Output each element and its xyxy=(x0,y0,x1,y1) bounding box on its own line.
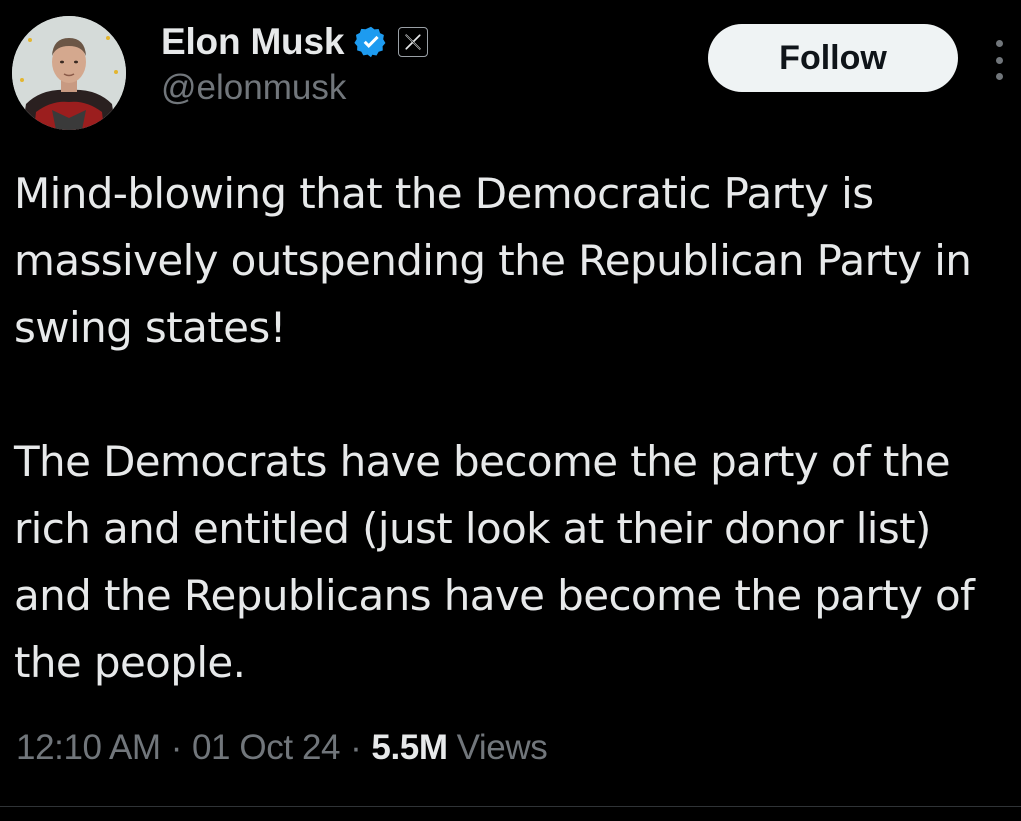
more-dot xyxy=(995,40,1003,47)
more-dot xyxy=(995,56,1003,64)
tweet-meta: 12:10 AM · 01 Oct 24 · 5.5M Views xyxy=(16,726,548,770)
x-logo-glyph xyxy=(405,34,421,50)
tweet-paragraph: Mind-blowing that the Democratic Party i… xyxy=(14,169,972,352)
verified-badge-icon[interactable] xyxy=(354,25,388,59)
follow-button[interactable]: Follow xyxy=(708,24,958,92)
tweet-card: Elon Musk @elonmusk Follow Mind-blowing … xyxy=(0,0,1021,821)
views-count[interactable]: 5.5M xyxy=(371,728,448,768)
tweet-date[interactable]: 01 Oct 24 xyxy=(192,728,341,768)
author-handle[interactable]: @elonmusk xyxy=(161,68,346,108)
tweet-time[interactable]: 12:10 AM xyxy=(16,728,161,768)
meta-separator: · xyxy=(170,728,183,767)
avatar-image xyxy=(12,16,126,130)
views-label: Views xyxy=(456,728,548,767)
more-dot xyxy=(995,73,1003,80)
divider xyxy=(0,806,1021,807)
tweet-body: Mind-blowing that the Democratic Party i… xyxy=(14,160,1009,696)
meta-separator: · xyxy=(350,728,362,767)
avatar[interactable] xyxy=(12,16,126,130)
author-name-row: Elon Musk xyxy=(161,20,429,64)
more-options-icon[interactable] xyxy=(992,40,1006,80)
author-display-name[interactable]: Elon Musk xyxy=(161,21,344,63)
x-logo-icon[interactable] xyxy=(398,27,429,57)
tweet-paragraph: The Democrats have become the party of t… xyxy=(14,437,975,687)
